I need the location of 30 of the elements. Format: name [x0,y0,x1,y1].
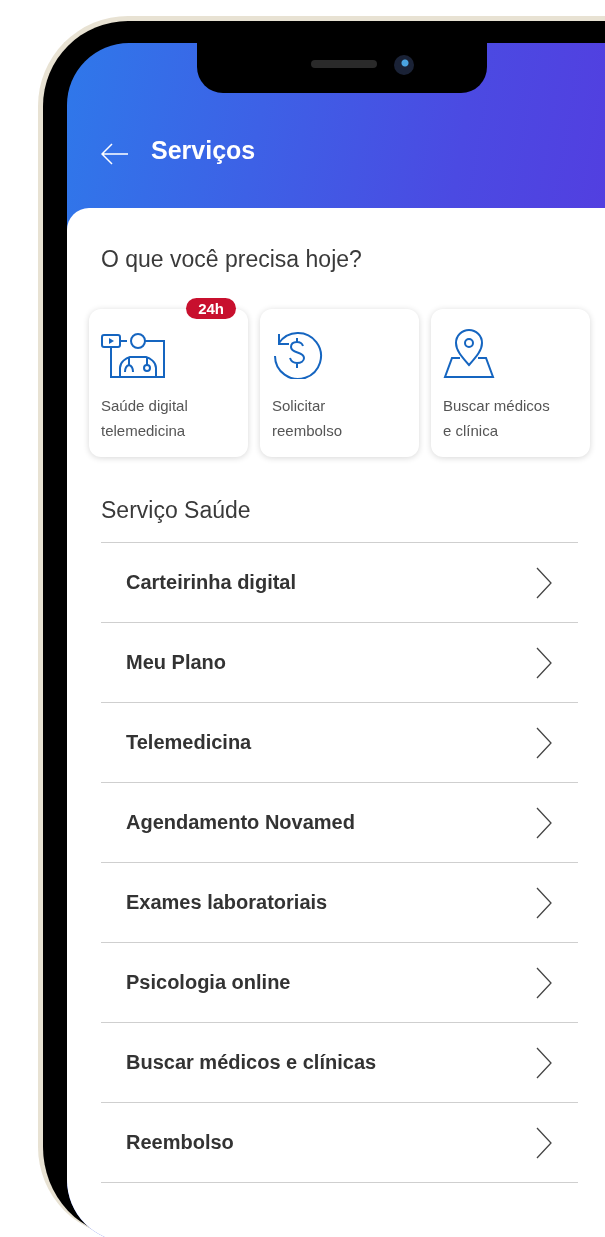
card-label: Solicitar reembolso [272,396,344,441]
chevron-right-icon [536,566,552,599]
chevron-right-icon [536,726,552,759]
chevron-right-icon [536,646,552,679]
section-heading: O que você precisa hoje? [101,246,363,273]
menu-item[interactable]: Buscar médicos e clínicas [126,1051,377,1074]
chevron-right-icon [536,1046,552,1079]
menu-item[interactable]: Agendamento Novamed [126,811,355,834]
page-title: Serviços [151,136,256,165]
camera-lens [394,55,414,75]
menu-item[interactable]: Psicologia online [126,971,291,994]
service-card[interactable]: Buscar médicos e clínica [431,309,590,457]
menu-item[interactable]: Reembolso [126,1131,234,1154]
back-arrow-icon[interactable] [101,143,129,165]
card-label: Buscar médicos e clínica [443,396,551,441]
availability-badge: 24h [186,298,236,319]
menu-item[interactable]: Carteirinha digital [126,571,297,594]
dollar-refresh-icon [272,329,324,379]
chevron-right-icon [536,886,552,919]
chevron-right-icon [536,966,552,999]
map-pin-icon [443,329,495,379]
service-card[interactable]: Solicitar reembolso [260,309,419,457]
menu-item[interactable]: Telemedicina [126,731,252,754]
speaker-grille [311,60,377,68]
section-heading: Serviço Saúde [101,497,252,524]
card-label: Saúde digital telemedicina [101,396,189,441]
menu-item[interactable]: Meu Plano [126,651,226,674]
menu-item[interactable]: Exames laboratoriais [126,891,328,914]
chevron-right-icon [536,1126,552,1159]
chevron-right-icon [536,806,552,839]
